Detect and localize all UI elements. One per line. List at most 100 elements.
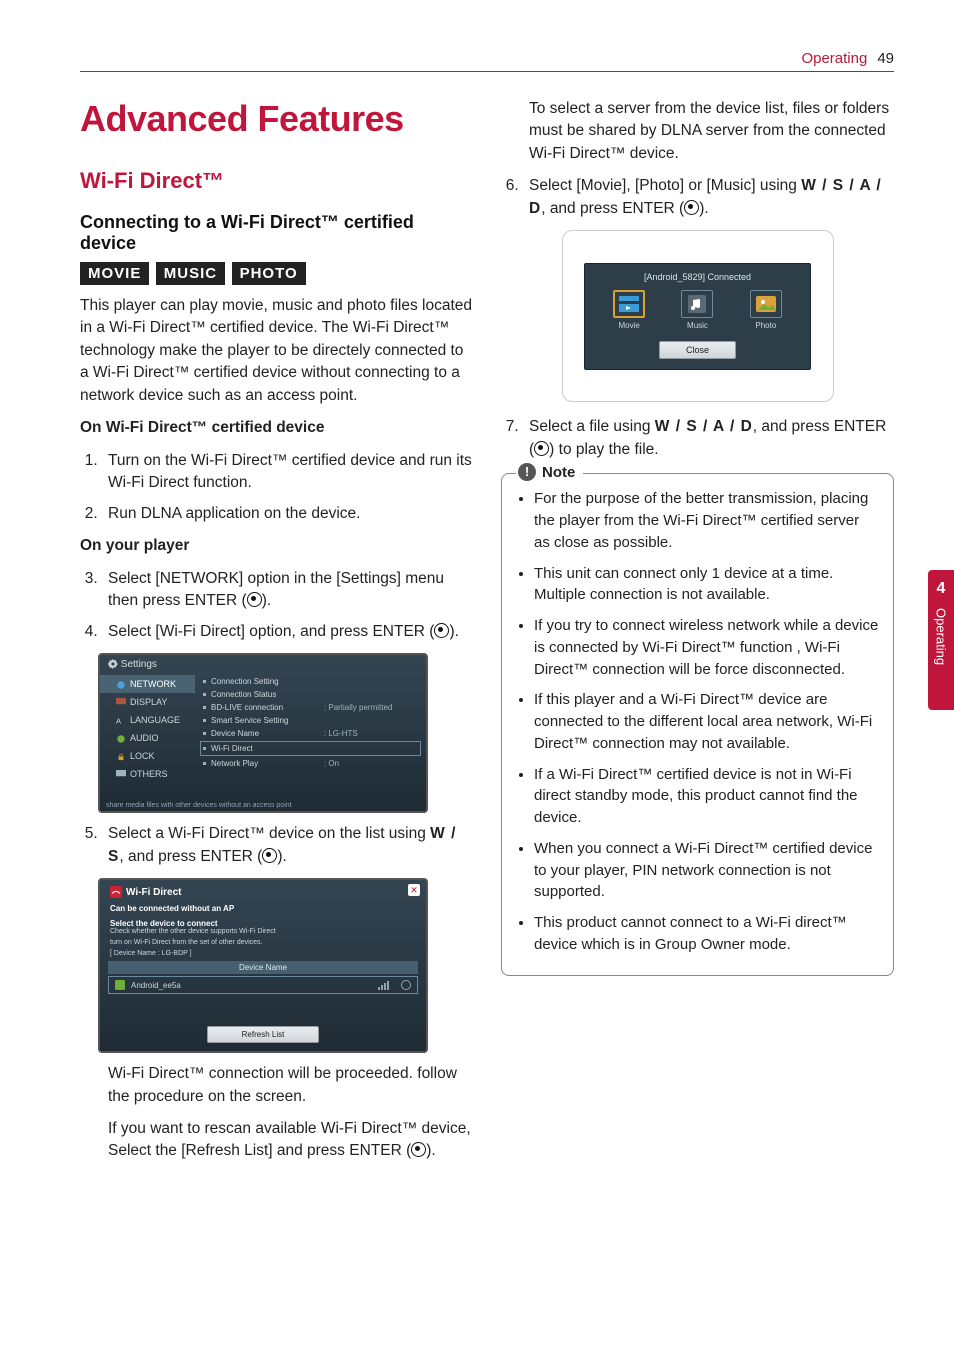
two-column-layout: Advanced Features Wi-Fi Direct™ Connecti…: [80, 98, 894, 1173]
subheading-on-player: On your player: [80, 535, 473, 557]
after-step5-b: If you want to rescan available Wi-Fi Di…: [108, 1118, 473, 1163]
screenshot-settings: Settings NETWORK DISPLAY A LANGUAGE: [98, 653, 428, 813]
step-4: Select [Wi-Fi Direct] option, and press …: [102, 621, 473, 643]
side-tab: 4 Operating: [928, 570, 954, 710]
steps-on-player: Select [NETWORK] option in the [Settings…: [80, 568, 473, 643]
language-icon: A: [116, 716, 126, 724]
ss2-table-header: Device Name: [108, 961, 418, 974]
mode-badges: MOVIE MUSIC PHOTO: [80, 262, 473, 285]
audio-icon: [116, 734, 126, 742]
ss2-device-row: Android_ee5a: [108, 976, 418, 994]
ss1-content: Connection Setting Connection Status BD-…: [195, 655, 426, 811]
enter-icon: [247, 592, 262, 607]
right-intro: To select a server from the device list,…: [529, 98, 894, 165]
ss2-line3b: turn on Wi-Fi Direct from the set of oth…: [110, 939, 416, 946]
enter-icon: [262, 848, 277, 863]
header-page-number: 49: [877, 50, 894, 67]
gear-icon: [108, 659, 118, 669]
intro-paragraph: This player can play movie, music and ph…: [80, 295, 473, 407]
ss3-photo: Photo: [750, 290, 782, 330]
mode-photo: PHOTO: [232, 262, 306, 285]
ss1-menu-lock: LOCK: [100, 747, 195, 765]
ss2-line1: Can be connected without an AP: [110, 904, 416, 913]
step-7-list: Select a file using W / S / A / D, and p…: [501, 416, 894, 461]
left-column: Advanced Features Wi-Fi Direct™ Connecti…: [80, 98, 473, 1173]
svg-text:A: A: [116, 717, 121, 726]
note-box: ! Note For the purpose of the better tra…: [501, 473, 894, 975]
enter-icon: [411, 1142, 426, 1157]
note-item: When you connect a Wi-Fi Direct™ certifi…: [534, 838, 879, 903]
steps-on-device: Turn on the Wi-Fi Direct™ certified devi…: [80, 450, 473, 525]
ss1-sidebar: NETWORK DISPLAY A LANGUAGE AUDIO: [100, 655, 195, 811]
subsection-heading: Connecting to a Wi-Fi Direct™ certified …: [80, 212, 473, 254]
note-icon: !: [518, 463, 536, 481]
ss1-menu-network: NETWORK: [100, 675, 195, 693]
note-list: For the purpose of the better transmissi…: [516, 488, 879, 955]
page: Operating 49 Advanced Features Wi-Fi Dir…: [0, 0, 954, 1354]
step-3: Select [NETWORK] option in the [Settings…: [102, 568, 473, 613]
page-title: Advanced Features: [80, 98, 473, 140]
ss3-close-button: Close: [659, 341, 736, 359]
step-5: Select a Wi-Fi Direct™ device on the lis…: [102, 823, 473, 868]
others-icon: [116, 770, 126, 778]
ss2-refresh-button: Refresh List: [207, 1026, 319, 1043]
step-1: Turn on the Wi-Fi Direct™ certified devi…: [102, 450, 473, 495]
radio-icon: [401, 980, 411, 990]
note-item: If a Wi-Fi Direct™ certified device is n…: [534, 764, 879, 829]
display-icon: [116, 698, 126, 706]
enter-icon: [534, 441, 549, 456]
signal-icon: [378, 981, 389, 990]
enter-icon: [434, 623, 449, 638]
ss2-line3c: [ Device Name : LG-BDP ]: [110, 950, 416, 957]
after-step5-a: Wi-Fi Direct™ connection will be proceed…: [108, 1063, 473, 1108]
lock-icon: [116, 752, 126, 760]
side-tab-number: 4: [937, 580, 946, 598]
note-item: This unit can connect only 1 device at a…: [534, 563, 879, 607]
screenshot-connected-wrap: [Android_5829] Connected Movie: [501, 230, 894, 402]
note-item: This product cannot connect to a Wi-Fi d…: [534, 912, 879, 956]
header-section: Operating: [801, 50, 867, 67]
note-item: If this player and a Wi-Fi Direct™ devic…: [534, 689, 879, 754]
step-2: Run DLNA application on the device.: [102, 503, 473, 525]
note-label: Note: [542, 464, 575, 481]
section-heading: Wi-Fi Direct™: [80, 168, 473, 194]
ss3-music: Music: [681, 290, 713, 330]
side-tab-label: Operating: [934, 608, 949, 665]
step-6: Select [Movie], [Photo] or [Music] using…: [523, 175, 894, 220]
mode-music: MUSIC: [156, 262, 225, 285]
ss1-menu-display: DISPLAY: [100, 693, 195, 711]
note-item: For the purpose of the better transmissi…: [534, 488, 879, 553]
ss3-icons: Movie Music: [595, 290, 800, 330]
subheading-on-device: On Wi-Fi Direct™ certified device: [80, 417, 473, 439]
photo-icon: [750, 290, 782, 318]
screenshot-connected: [Android_5829] Connected Movie: [562, 230, 834, 402]
step-6-list: Select [Movie], [Photo] or [Music] using…: [501, 175, 894, 220]
ss2-line2: Select the device to connect: [110, 919, 416, 928]
device-icon: [115, 980, 125, 990]
nav-arrows-icon: W / S / A / D: [655, 418, 753, 435]
note-item: If you try to connect wireless network w…: [534, 615, 879, 680]
note-legend: ! Note: [516, 463, 583, 481]
enter-icon: [684, 200, 699, 215]
ss2-title: Wi-Fi Direct: [110, 886, 416, 898]
ss3-dialog: [Android_5829] Connected Movie: [584, 263, 811, 370]
ss1-footer: share media files with other devices wit…: [106, 802, 292, 809]
step-5-list: Select a Wi-Fi Direct™ device on the lis…: [80, 823, 473, 868]
close-icon: ✕: [408, 884, 420, 896]
ss3-movie: Movie: [613, 290, 645, 330]
ss3-title: [Android_5829] Connected: [595, 272, 800, 282]
wifi-direct-icon: [110, 886, 122, 898]
screenshot-wifi-direct-list: Wi-Fi Direct ✕ Can be connected without …: [98, 878, 428, 1053]
ss1-menu-audio: AUDIO: [100, 729, 195, 747]
ss1-title: Settings: [108, 659, 157, 670]
ss2-line3a: Check whether the other device supports …: [110, 928, 416, 935]
step-7: Select a file using W / S / A / D, and p…: [523, 416, 894, 461]
ss1-menu-language: A LANGUAGE: [100, 711, 195, 729]
globe-icon: [116, 680, 126, 688]
ss1-menu-others: OTHERS: [100, 765, 195, 783]
page-header: Operating 49: [80, 50, 894, 72]
movie-icon: [613, 290, 645, 318]
mode-movie: MOVIE: [80, 262, 149, 285]
music-icon: [681, 290, 713, 318]
right-column: To select a server from the device list,…: [501, 98, 894, 1173]
